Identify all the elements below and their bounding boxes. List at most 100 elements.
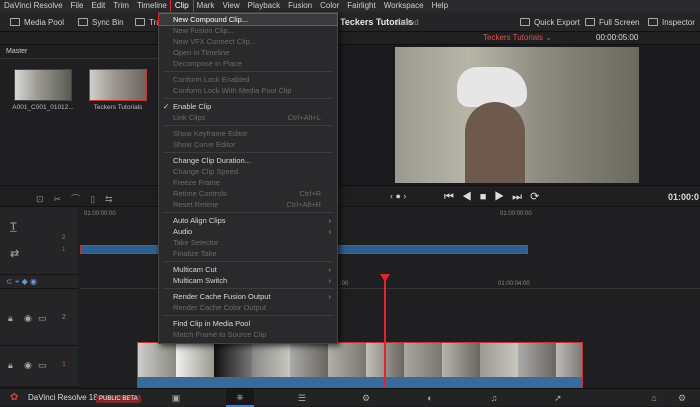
eye-icon[interactable]: ◉	[24, 360, 32, 371]
edit-page-icon[interactable]: ☰	[288, 389, 316, 407]
menu-item-new-compound-clip[interactable]: New Compound Clip...	[158, 13, 338, 26]
menu-item-decompose-in-place[interactable]: Decompose in Place	[159, 58, 337, 69]
title-tool-icon[interactable]: T̲	[10, 221, 17, 233]
menu-help[interactable]: Help	[428, 0, 452, 12]
menu-fairlight[interactable]: Fairlight	[343, 0, 379, 12]
menu-item-conform-lock-enabled[interactable]: Conform Lock Enabled	[159, 74, 337, 85]
menu-item-new-vfx-connect-clip[interactable]: New VFX Connect Clip...	[159, 36, 337, 47]
menu-separator	[163, 288, 333, 289]
sync-bin-button[interactable]: Sync Bin	[78, 12, 124, 32]
menu-item-label: Multicam Cut	[173, 265, 217, 274]
settings-gear-icon[interactable]: ⚙	[668, 389, 696, 407]
bin-master[interactable]: Master	[6, 48, 27, 55]
menu-item-label: Change Clip Speed	[173, 167, 239, 176]
playhead-marker[interactable]	[380, 274, 390, 282]
menu-item-label: New Fusion Clip...	[173, 26, 234, 35]
submenu-arrow-icon: ›	[328, 292, 332, 301]
clip-frame	[290, 343, 328, 377]
menu-mark[interactable]: Mark	[193, 0, 219, 12]
media-clip-thumbnail[interactable]	[14, 69, 72, 101]
menu-color[interactable]: Color	[316, 0, 343, 12]
lock-icon[interactable]: 🔒︎	[8, 360, 13, 371]
menu-davinci-resolve[interactable]: DaVinci Resolve	[0, 0, 67, 12]
menu-playback[interactable]: Playback	[244, 0, 284, 12]
submenu-arrow-icon: ›	[328, 265, 332, 274]
fusion-page-icon[interactable]: ⚙	[352, 389, 380, 407]
menu-item-label: New VFX Connect Clip...	[173, 37, 256, 46]
fairlight-page-icon[interactable]: ♫	[480, 389, 508, 407]
menu-item-find-clip-in-media-pool[interactable]: Find Clip in Media Pool	[159, 318, 337, 329]
divider	[0, 58, 160, 59]
menu-view[interactable]: View	[218, 0, 243, 12]
inspector-button[interactable]: Inspector	[648, 12, 695, 32]
menu-item-match-frame-to-source-clip[interactable]: Match Frame to Source Clip	[159, 329, 337, 340]
menu-item-label: Decompose in Place	[173, 59, 242, 68]
eye-icon[interactable]: ◉	[24, 313, 32, 324]
media-clip-label: A001_C001_01012...	[12, 104, 74, 111]
menu-edit[interactable]: Edit	[87, 0, 109, 12]
person-face	[465, 102, 525, 183]
video-clip[interactable]	[137, 342, 583, 388]
menu-item-freeze-frame[interactable]: Freeze Frame	[159, 177, 337, 188]
ruler-label-right: 01:00:00:00	[500, 211, 532, 217]
compound-clip-thumbnail[interactable]	[89, 69, 147, 101]
menu-item-audio[interactable]: Audio ›	[159, 226, 337, 237]
jog-controls[interactable]: ‹ ● ›	[390, 191, 406, 201]
track-label-v2: 2	[62, 314, 66, 321]
menu-clip[interactable]: Clip	[169, 0, 194, 13]
home-icon[interactable]: ⌂	[640, 389, 668, 407]
full-screen-button[interactable]: Full Screen	[585, 12, 639, 32]
playhead[interactable]	[384, 275, 386, 387]
color-page-icon[interactable]: ◐	[416, 389, 444, 407]
monitor-icon[interactable]: ▭	[38, 360, 47, 371]
menu-item-change-clip-speed[interactable]: Change Clip Speed	[159, 166, 337, 177]
menu-file[interactable]: File	[67, 0, 88, 12]
timeline-tools[interactable]: ⊂ ⌖ ◆ ◉	[0, 275, 78, 289]
transport-bar: ‹ ● › ⏮◀■▶⏭⟳ 01:00:0 ⊡✂⌒▯⇆	[0, 185, 700, 207]
menu-item-reset-retime[interactable]: Reset Retime Ctrl+Alt+R	[159, 199, 337, 210]
lock-icon[interactable]: 🔒︎	[8, 313, 13, 324]
menu-item-enable-clip[interactable]: Enable Clip ✓	[159, 101, 337, 112]
menu-item-label: Finalize Take	[173, 249, 217, 258]
quick-export-button[interactable]: Quick Export	[520, 12, 580, 32]
menu-item-render-cache-color-output[interactable]: Render Cache Color Output	[159, 302, 337, 313]
menu-item-take-selector[interactable]: Take Selector	[159, 237, 337, 248]
menu-separator	[163, 125, 333, 126]
playback-controls[interactable]: ⏮◀■▶⏭⟳	[444, 190, 547, 204]
media-page-icon[interactable]: ▣	[162, 389, 190, 407]
mixer-icon[interactable]: ⇄	[10, 247, 19, 260]
menubar: DaVinci Resolve File Edit Trim Timeline Clip M…	[0, 0, 700, 13]
menu-fusion[interactable]: Fusion	[284, 0, 316, 12]
menu-item-multicam-cut[interactable]: Multicam Cut ›	[159, 264, 337, 275]
menu-separator	[163, 152, 333, 153]
menu-timeline[interactable]: Timeline	[133, 0, 171, 12]
media-pool-icon	[10, 18, 20, 26]
menu-item-new-fusion-clip[interactable]: New Fusion Clip...	[159, 25, 337, 36]
menu-item-conform-lock-with-media-pool-clip[interactable]: Conform Lock With Media Pool Clip	[159, 85, 337, 96]
menu-item-label: Auto Align Clips	[173, 216, 226, 225]
cut-page-icon[interactable]: ⎈	[226, 389, 254, 407]
menu-item-show-keyframe-editor[interactable]: Show Keyframe Editor	[159, 128, 337, 139]
edit-tools[interactable]: ⊡✂⌒▯⇆	[36, 192, 123, 205]
media-pool-button[interactable]: Media Pool	[10, 12, 64, 32]
menu-item-retime-controls[interactable]: Retime Controls Ctrl+R	[159, 188, 337, 199]
monitor-icon[interactable]: ▭	[38, 313, 47, 324]
menu-item-link-clips[interactable]: Link Clips Ctrl+Alt+L	[159, 112, 337, 123]
menu-item-label: Find Clip in Media Pool	[173, 319, 251, 328]
menu-item-open-in-timeline[interactable]: Open in Timeline	[159, 47, 337, 58]
transitions-button[interactable]: Tra	[135, 12, 161, 32]
menu-item-change-clip-duration[interactable]: Change Clip Duration...	[159, 155, 337, 166]
clip-frame	[442, 343, 480, 377]
menu-workspace[interactable]: Workspace	[380, 0, 428, 12]
checkmark-icon: ✓	[163, 102, 170, 111]
clip-frame	[480, 343, 518, 377]
menu-item-finalize-take[interactable]: Finalize Take	[159, 248, 337, 259]
menu-item-multicam-switch[interactable]: Multicam Switch ›	[159, 275, 337, 286]
menu-item-show-curve-editor[interactable]: Show Curve Editor	[159, 139, 337, 150]
timeline-name-dropdown[interactable]: Teckers Tutorials ⌄	[483, 33, 552, 42]
menu-item-auto-align-clips[interactable]: Auto Align Clips ›	[159, 215, 337, 226]
deliver-page-icon[interactable]: ➚	[544, 389, 572, 407]
menu-trim[interactable]: Trim	[109, 0, 133, 12]
clip-frame	[556, 343, 582, 377]
menu-item-render-cache-fusion-output[interactable]: Render Cache Fusion Output ›	[159, 291, 337, 302]
